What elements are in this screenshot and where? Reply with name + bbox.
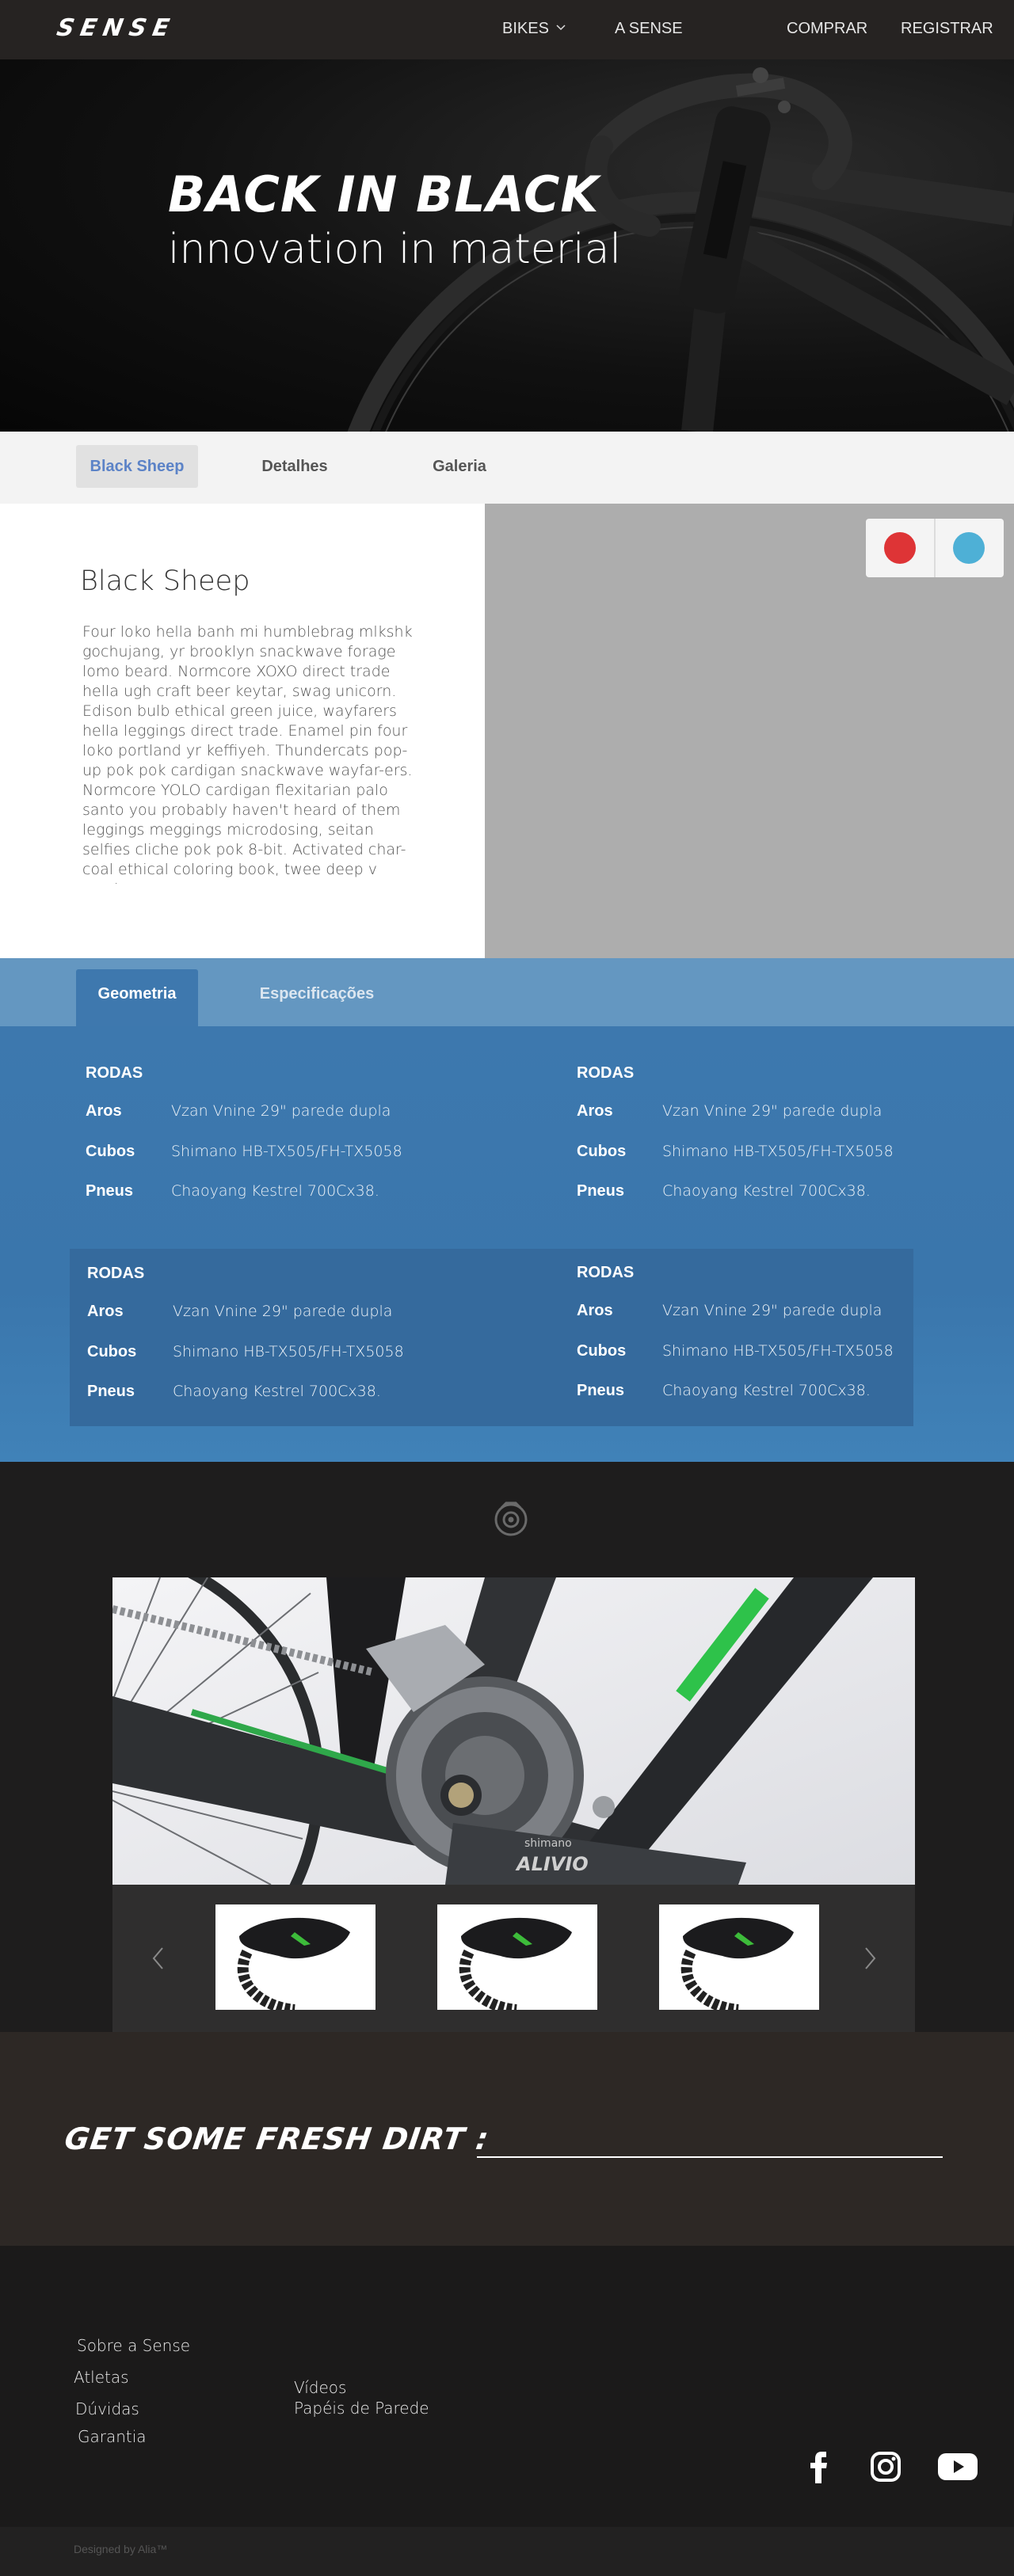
gallery-thumbnail[interactable] — [659, 1904, 819, 2010]
newsletter-email-input[interactable] — [477, 2156, 943, 2158]
spec-key: Cubos — [87, 1343, 137, 1360]
spec-key: Pneus — [87, 1383, 135, 1400]
spec-key: Aros — [577, 1102, 613, 1120]
camera-icon — [494, 1501, 528, 1536]
footer-link-atletas[interactable]: Atletas — [74, 2368, 129, 2387]
tab-detalhes[interactable]: Detalhes — [238, 445, 352, 488]
hero-subtitle: innovation in material — [168, 226, 621, 273]
top-navbar: SENSE BIKES A SENSE COMPRAR REGISTRAR — [0, 0, 1014, 59]
chevron-down-icon[interactable] — [556, 23, 566, 32]
copyright-text: Designed by Alia™ — [74, 2543, 168, 2555]
spec-value: Shimano HB-TX505/FH-TX5058 — [662, 1143, 894, 1160]
spec-value: Shimano HB-TX505/FH-TX5058 — [662, 1342, 894, 1360]
spec-value: Vzan Vnine 29" parede dupla — [662, 1302, 882, 1319]
saddle-thumbnail-image — [680, 1917, 794, 2010]
specs-panel: RODAS Aros Vzan Vnine 29" parede dupla Cu… — [0, 1026, 1014, 1462]
color-selector — [866, 519, 1004, 577]
spec-value: Shimano HB-TX505/FH-TX5058 — [173, 1343, 404, 1360]
spec-value: Chaoyang Kestrel 700Cx38. — [662, 1182, 871, 1200]
saddle-thumbnail-image — [459, 1917, 572, 2010]
product-title: Black Sheep — [80, 565, 250, 597]
footer-link-duvidas[interactable]: Dúvidas — [75, 2399, 139, 2418]
product-tabs: Black Sheep Detalhes Galeria — [0, 432, 1014, 504]
bike-crank-photo: shimano ALIVIO — [112, 1577, 915, 1885]
spec-key: Cubos — [577, 1143, 627, 1160]
chevron-left-icon[interactable] — [151, 1946, 166, 1970]
tab-especificacoes[interactable]: Especificações — [246, 969, 388, 1026]
product-description-text: Four loko hella banh mi humblebrag mlksh… — [82, 623, 413, 884]
spec-value: Chaoyang Kestrel 700Cx38. — [173, 1383, 381, 1400]
footer — [0, 2246, 1014, 2527]
spec-value: Vzan Vnine 29" parede dupla — [171, 1102, 391, 1120]
color-swatch-blue[interactable] — [953, 532, 985, 564]
spec-key: Pneus — [577, 1382, 625, 1399]
footer-link-papeis[interactable]: Papéis de Parede — [294, 2399, 429, 2418]
nav-a-sense-link[interactable]: A SENSE — [615, 20, 683, 38]
newsletter-title: GET SOME FRESH DIRT : — [62, 2121, 492, 2156]
product-description: Black Sheep Four loko hella banh mi humb… — [0, 504, 485, 958]
gallery-thumbnail[interactable] — [215, 1904, 375, 2010]
newsletter-section: GET SOME FRESH DIRT : — [0, 2032, 1014, 2246]
crank-model-text: ALIVIO — [515, 1853, 589, 1875]
youtube-icon[interactable] — [938, 2452, 978, 2482]
color-swatch-red[interactable] — [884, 532, 916, 564]
color-divider — [934, 519, 936, 577]
tab-black-sheep[interactable]: Black Sheep — [76, 445, 198, 488]
spec-value: Vzan Vnine 29" parede dupla — [662, 1102, 882, 1120]
footer-link-sobre[interactable]: Sobre a Sense — [77, 2336, 190, 2355]
spec-value: Chaoyang Kestrel 700Cx38. — [171, 1182, 379, 1200]
gallery-main-photo[interactable]: shimano ALIVIO — [112, 1577, 915, 1885]
spec-group-heading: RODAS — [86, 1064, 143, 1082]
chevron-right-icon[interactable] — [862, 1946, 878, 1970]
footer-link-videos[interactable]: Vídeos — [294, 2378, 346, 2397]
spec-value: Shimano HB-TX505/FH-TX5058 — [171, 1143, 402, 1160]
spec-key: Cubos — [577, 1342, 627, 1360]
spec-key: Pneus — [577, 1182, 625, 1200]
nav-bikes-link[interactable]: BIKES — [502, 20, 549, 38]
spec-group-heading: RODAS — [577, 1064, 635, 1082]
hero-banner: BACK IN BLACK innovation in material — [0, 59, 1014, 432]
spec-value: Vzan Vnine 29" parede dupla — [173, 1303, 393, 1320]
spec-group-heading: RODAS — [577, 1264, 635, 1281]
nav-registrar-link[interactable]: REGISTRAR — [901, 20, 993, 38]
tab-geometria[interactable]: Geometria — [76, 969, 198, 1026]
crank-brand-text: shimano — [524, 1837, 572, 1850]
spec-key: Aros — [87, 1303, 124, 1320]
facebook-icon[interactable] — [810, 2452, 829, 2483]
saddle-thumbnail-image — [237, 1917, 350, 2010]
footer-link-garantia[interactable]: Garantia — [78, 2427, 147, 2446]
instagram-icon[interactable] — [871, 2452, 901, 2482]
hero-title: BACK IN BLACK — [168, 166, 600, 223]
spec-key: Pneus — [86, 1182, 134, 1200]
brand-logo[interactable]: SENSE — [55, 14, 177, 42]
gallery-thumbnail[interactable] — [437, 1904, 597, 2010]
spec-tabs: Geometria Especificações — [0, 958, 1014, 1026]
spec-key: Cubos — [86, 1143, 135, 1160]
tab-galeria[interactable]: Galeria — [402, 445, 517, 488]
nav-comprar-link[interactable]: COMPRAR — [787, 20, 867, 38]
spec-key: Aros — [86, 1102, 122, 1120]
spec-value: Chaoyang Kestrel 700Cx38. — [662, 1382, 871, 1399]
spec-key: Aros — [577, 1302, 613, 1319]
spec-group-heading: RODAS — [87, 1265, 145, 1282]
